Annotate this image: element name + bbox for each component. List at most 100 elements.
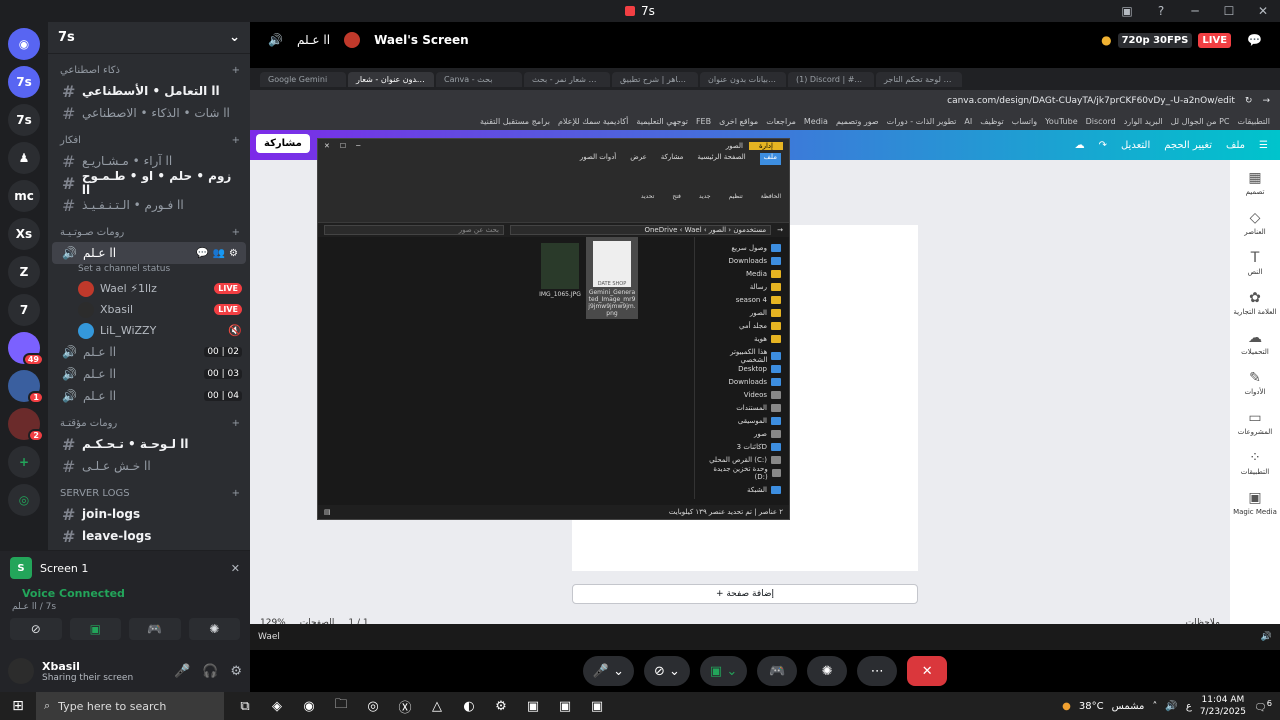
nav-item[interactable]: صور (703, 427, 781, 440)
server-icon[interactable]: 7s (8, 104, 40, 136)
edit-menu[interactable]: التعديل (1121, 140, 1150, 151)
mic-icon[interactable]: 🎤 (174, 664, 190, 679)
text-channel[interactable]: # فـورم • الـتـنـفـيـذ ll (48, 194, 250, 216)
explorer-taskbar-icon[interactable]: 🗀 (330, 695, 352, 717)
voice-user[interactable]: Xbasil LIVE (48, 299, 250, 320)
category[interactable]: افكار + (48, 130, 250, 150)
server-icon[interactable]: ♟ (8, 142, 40, 174)
taskbar-search[interactable]: ⌕ Type here to search (36, 692, 224, 720)
share-button[interactable]: مشاركة (256, 134, 310, 153)
browser-tab[interactable]: Canva - بحث (436, 71, 522, 87)
username[interactable]: Xbasil (42, 660, 133, 673)
browser-tab[interactable]: شعار نمر - بحث Google (524, 71, 610, 87)
text-channel[interactable]: # leave-logs (48, 525, 250, 547)
text-channel[interactable]: # خـش عـلـى ll (48, 455, 250, 477)
bookmark[interactable]: مراجعات (766, 117, 796, 126)
voice-channel-active[interactable]: 🔊 عـلم ll 💬 👥 ⚙ (52, 242, 246, 264)
cloud-icon[interactable]: ☁ (1075, 140, 1085, 151)
activity-button[interactable]: 🎮 (757, 656, 798, 686)
add-channel-icon[interactable]: + (232, 227, 240, 238)
voice-user[interactable]: LiL_WiZZY 🔇 (48, 320, 250, 341)
bookmark[interactable]: أكاديمية سمك للإعلام (558, 117, 628, 126)
browser-tab[interactable]: (1) Discord | #... (788, 71, 874, 87)
category[interactable]: Server Logs + (48, 483, 250, 503)
server-icon[interactable]: Z (8, 256, 40, 288)
nav-item[interactable]: كائنات 3D (703, 440, 781, 453)
bookmark[interactable]: توظيف (980, 117, 1003, 126)
guild-header[interactable]: 7s ⌄ (48, 22, 250, 54)
screen-share-row[interactable]: S Screen 1 ✕ (0, 551, 250, 585)
ribbon-tab[interactable]: ملف (759, 153, 781, 165)
category[interactable]: ذكاء اصطناعي + (48, 60, 250, 80)
address-bar[interactable]: canva.com/design/DAGt-CUayTA/jk7prCKF60v… (250, 90, 1280, 112)
bookmark[interactable]: FEB (696, 117, 711, 126)
manage-tab[interactable]: إدارة (748, 142, 783, 150)
bookmark[interactable]: Media (804, 117, 828, 126)
nav-item[interactable]: Desktop (703, 362, 781, 375)
ribbon-tab[interactable]: الصفحة الرئيسية (697, 153, 745, 165)
bookmark[interactable]: صور وتصميم (836, 117, 879, 126)
bookmark[interactable]: توجهي التعليمية (636, 117, 688, 126)
app-taskbar-icon[interactable]: ▣ (522, 699, 544, 714)
server-icon[interactable]: Xs (8, 218, 40, 250)
more-button[interactable]: ⋯ (857, 656, 898, 686)
bookmark[interactable]: البريد الوارد (1124, 117, 1163, 126)
voice-user[interactable]: Wael ⚡1llz LIVE (48, 278, 250, 299)
nav-item[interactable]: رسالة (703, 280, 781, 293)
voice-connected[interactable]: Voice Connected (0, 585, 250, 602)
server-icon[interactable]: 1 (8, 370, 44, 404)
ribbon-tab[interactable]: مشاركة (661, 153, 684, 165)
rail-item-elements[interactable]: ◇ العناصر (1244, 210, 1266, 236)
nav-item[interactable]: الشبكة (703, 483, 781, 496)
server-icon[interactable]: 49 (8, 332, 44, 366)
bookmark[interactable]: التطبيقات (1238, 117, 1270, 126)
bookmark[interactable]: Discord (1086, 117, 1116, 126)
nav-item[interactable]: مجلد أمي (703, 319, 781, 332)
rail-item-text[interactable]: T النص (1248, 250, 1263, 276)
server-icon[interactable]: mc (8, 180, 40, 212)
copilot-icon[interactable]: ◈ (266, 699, 288, 714)
rail-item-apps[interactable]: ⁘ التطبيقات (1241, 450, 1269, 476)
rail-item-tools[interactable]: ✎ الأدوات (1245, 370, 1266, 396)
text-channel[interactable]: # شات • الذكاء • الاصطناعي ll (48, 102, 250, 124)
add-channel-icon[interactable]: + (232, 418, 240, 429)
bookmark[interactable]: AI (964, 117, 972, 126)
minimize-button[interactable]: ─ (356, 142, 360, 150)
lang-indicator[interactable]: ع (1186, 701, 1192, 712)
nav-item[interactable]: Media (703, 267, 781, 280)
text-channel[interactable]: # زوم • حلم • او • طـمـوح ll (48, 169, 250, 197)
xbox-taskbar-icon[interactable]: Ⓧ (394, 697, 416, 716)
nav-item[interactable]: Downloads (703, 375, 781, 388)
app-taskbar-icon[interactable]: ▣ (554, 699, 576, 714)
category[interactable]: رومات صـوتـيـة + (48, 222, 250, 242)
voice-channel[interactable]: 🔊 عـلم ll 00 | 03 (48, 363, 250, 385)
menu-icon[interactable]: ☰ (1259, 140, 1268, 151)
notification-icon[interactable]: 🗨6 (1254, 698, 1272, 713)
browser-tab[interactable]: جدول بيانات بدون عنوان (700, 71, 786, 87)
add-channel-icon[interactable]: + (232, 488, 240, 499)
headphones-icon[interactable]: 🎧 (202, 664, 218, 679)
nav-item[interactable]: الصور (703, 306, 781, 319)
add-server-icon[interactable]: + (8, 446, 40, 478)
rail-item-magic-media[interactable]: ▣ Magic Media (1233, 490, 1277, 516)
windows-start-icon[interactable]: ⊞ (0, 692, 36, 720)
browser-tab[interactable]: تصميم بدون عنوان - شعار (348, 71, 434, 87)
nav-item[interactable]: هوية (703, 332, 781, 345)
clock[interactable]: 11:04 AM 7/23/2025 (1200, 694, 1246, 718)
file-item-selected[interactable]: DATE SHOP Gemini_Generated_Image_mr9j9jmw… (586, 237, 638, 319)
activity-button[interactable]: 🎮 (129, 618, 181, 640)
minimize-button[interactable]: ─ (1178, 0, 1212, 22)
weather-icon[interactable]: ● (1062, 701, 1071, 712)
steam-taskbar-icon[interactable]: ⚙ (490, 699, 512, 714)
rail-item-brand[interactable]: ✿ العلامة التجارية (1233, 290, 1276, 316)
explorer-search[interactable]: بحث عن صور (324, 225, 504, 235)
voice-channel-name[interactable]: عـلم ll / 7s (0, 602, 250, 612)
browser-tab[interactable]: مدونة | لوحة تحكم التاجر (876, 71, 962, 87)
stream-view[interactable]: Google Gemini تصميم بدون عنوان - شعار Ca… (250, 58, 1280, 650)
mic-button[interactable]: 🎤 ⌄ (582, 656, 634, 686)
bookmark[interactable]: YouTube (1045, 117, 1078, 126)
nav-item[interactable]: Videos (703, 388, 781, 401)
nvidia-taskbar-icon[interactable]: ◐ (458, 699, 480, 714)
share-screen-button[interactable]: ▣ ⌄ (699, 656, 748, 686)
browser-tab[interactable]: استاذ ماهر | شرح تطبيق (612, 71, 698, 87)
